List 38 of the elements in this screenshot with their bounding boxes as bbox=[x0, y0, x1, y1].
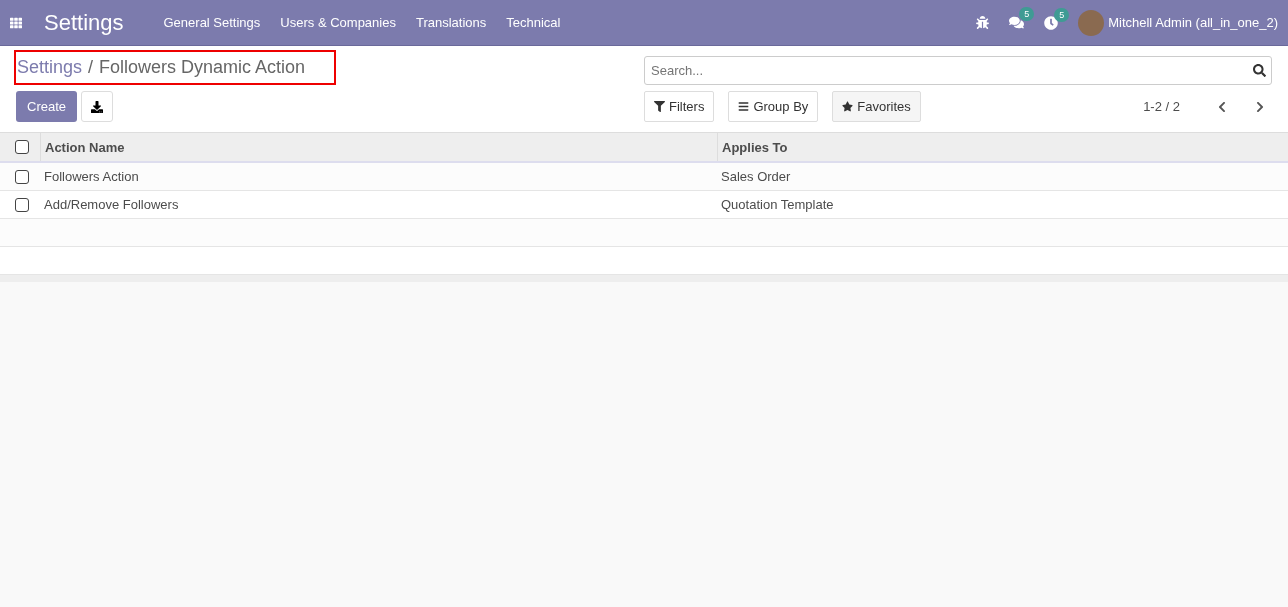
create-button[interactable]: Create bbox=[16, 91, 78, 122]
clock-icon[interactable] bbox=[1044, 15, 1059, 30]
search-field[interactable]: Search... bbox=[644, 56, 1272, 85]
menu-item[interactable]: Users & Companies bbox=[280, 15, 396, 30]
breadcrumb-current: Followers Dynamic Action bbox=[99, 57, 306, 77]
filter-icon bbox=[654, 101, 665, 112]
bug-icon[interactable] bbox=[976, 16, 990, 29]
search-icon[interactable] bbox=[1253, 64, 1266, 77]
bars-icon bbox=[738, 101, 750, 112]
filter-button[interactable]: Favorites bbox=[832, 91, 921, 122]
menu-item[interactable]: Technical bbox=[506, 15, 561, 30]
user-name[interactable]: Mitchell Admin (all_in_one_2) bbox=[1108, 15, 1278, 30]
checkbox[interactable] bbox=[15, 140, 29, 154]
filter-button[interactable]: Filters bbox=[644, 91, 715, 122]
breadcrumb-separator: / bbox=[88, 57, 94, 77]
filter-button[interactable]: Group By bbox=[728, 91, 819, 122]
chevron-left-icon bbox=[1216, 100, 1228, 113]
table-cell-text: Sales Order bbox=[720, 169, 792, 184]
checkbox[interactable] bbox=[15, 169, 29, 184]
table-cell-text: Followers Action bbox=[43, 169, 140, 184]
checkbox[interactable] bbox=[15, 197, 29, 212]
chevron-right-icon bbox=[1254, 100, 1266, 113]
download-icon bbox=[91, 100, 104, 113]
breadcrumb-link[interactable]: Settings bbox=[17, 57, 83, 77]
table-cell-text: Quotation Template bbox=[720, 197, 835, 212]
count-badge: 5 bbox=[1054, 7, 1070, 22]
chat-icon[interactable] bbox=[1009, 15, 1025, 30]
app-title: Settings bbox=[44, 9, 124, 36]
star-icon bbox=[842, 101, 854, 112]
download-button[interactable] bbox=[81, 91, 114, 122]
count-badge: 5 bbox=[1019, 7, 1035, 21]
apps-menu-icon[interactable] bbox=[10, 16, 22, 29]
menu-item[interactable]: General Settings bbox=[163, 15, 261, 30]
table-cell-text: Add/Remove Followers bbox=[43, 197, 180, 212]
menu-item[interactable]: Translations bbox=[415, 15, 487, 30]
column-header[interactable]: Applies To bbox=[717, 133, 1288, 161]
column-header[interactable]: Action Name bbox=[40, 133, 717, 161]
pager-text: 1-2 / 2 bbox=[1143, 99, 1180, 114]
